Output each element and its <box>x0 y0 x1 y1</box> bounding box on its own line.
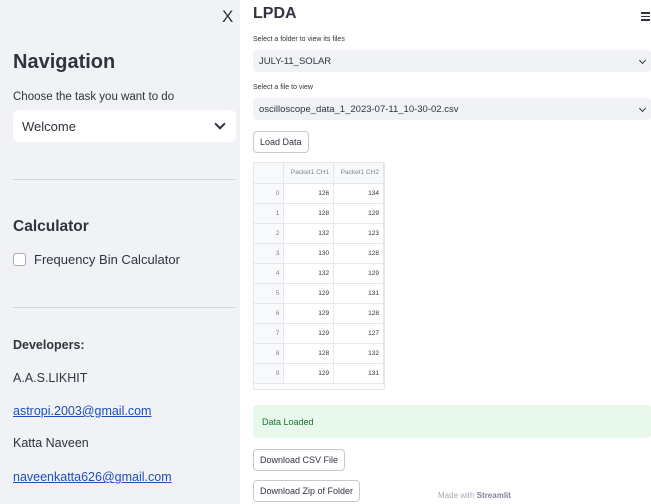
table-row: 4 132 129 <box>254 263 384 284</box>
cell-ch1: 126 <box>283 183 335 204</box>
cell-ch2: 128 <box>333 303 384 324</box>
row-index: 0 <box>254 183 285 204</box>
folder-select[interactable]: JULY-11_SOLAR <box>253 50 651 72</box>
cell-ch1: 128 <box>283 343 335 364</box>
table-row: 9 129 131 <box>254 363 384 384</box>
footer: Made with Streamlit <box>438 491 511 500</box>
chevron-down-icon <box>214 118 226 130</box>
close-icon[interactable]: X <box>222 8 233 25</box>
frequency-bin-checkbox[interactable] <box>13 253 26 266</box>
cell-ch1: 129 <box>283 303 335 324</box>
table-header-index <box>254 163 285 184</box>
cell-ch1: 128 <box>283 203 335 224</box>
navigation-title: Navigation <box>13 51 116 73</box>
row-index: 7 <box>254 323 285 344</box>
table-row: 3 130 128 <box>254 243 384 264</box>
load-data-button[interactable]: Load Data <box>253 131 309 153</box>
table-row: 2 132 123 <box>254 223 384 244</box>
page-title: LPDA <box>253 5 297 22</box>
download-zip-button[interactable]: Download Zip of Folder <box>253 480 361 502</box>
cell-ch1: 129 <box>283 323 335 344</box>
cell-ch1: 132 <box>283 223 335 244</box>
developer-name: A.A.S.LIKHIT <box>13 371 88 385</box>
cell-ch2: 129 <box>333 263 384 284</box>
cell-ch1: 129 <box>283 363 335 384</box>
developers-title: Developers: <box>13 338 85 352</box>
footer-brand-link[interactable]: Streamlit <box>477 491 511 500</box>
row-index: 8 <box>254 343 285 364</box>
sidebar-divider <box>13 307 236 308</box>
row-index: 9 <box>254 363 285 384</box>
table-row: 5 129 131 <box>254 283 384 304</box>
navigation-caption: Choose the task you want to do <box>13 91 175 103</box>
developer-email-link[interactable]: astropi.2003@gmail.com <box>13 404 151 418</box>
table-row: 8 128 132 <box>254 343 384 364</box>
table-row: 6 129 128 <box>254 303 384 324</box>
cell-ch1: 132 <box>283 263 335 284</box>
row-index: 5 <box>254 283 285 304</box>
cell-ch2: 128 <box>333 243 384 264</box>
cell-ch2: 134 <box>333 183 384 204</box>
frequency-bin-checkbox-row[interactable]: Frequency Bin Calculator <box>13 252 180 267</box>
footer-prefix: Made with <box>438 491 477 500</box>
frequency-bin-checkbox-label: Frequency Bin Calculator <box>34 252 180 267</box>
table-row: 0 126 134 <box>254 183 384 204</box>
developer-email-link[interactable]: naveenkatta626@gmail.com <box>13 470 172 484</box>
cell-ch2: 132 <box>333 343 384 364</box>
table-row: 1 128 129 <box>254 203 384 224</box>
sidebar-divider <box>13 179 236 180</box>
file-select-label: Select a file to view <box>253 84 313 91</box>
download-csv-button[interactable]: Download CSV File <box>253 449 346 471</box>
row-index: 3 <box>254 243 285 264</box>
table-header-ch1: Packet1 CH1 <box>283 163 335 184</box>
calculator-title: Calculator <box>13 218 89 235</box>
cell-ch2: 127 <box>333 323 384 344</box>
folder-select-label: Select a folder to view its files <box>253 36 345 43</box>
row-index: 6 <box>254 303 285 324</box>
developer-name: Katta Naveen <box>13 436 89 450</box>
table-header-ch2: Packet1 CH2 <box>333 163 384 184</box>
cell-ch2: 131 <box>333 363 384 384</box>
cell-ch2: 129 <box>333 203 384 224</box>
folder-select-value: JULY-11_SOLAR <box>259 55 332 67</box>
row-index: 2 <box>254 223 285 244</box>
success-alert: Data Loaded <box>253 405 651 438</box>
chevron-down-icon <box>638 104 647 112</box>
data-table[interactable]: Packet1 CH1 Packet1 CH2 0 126 134 1 128 … <box>253 162 385 390</box>
task-select-value: Welcome <box>22 118 76 134</box>
table-row: 7 129 127 <box>254 323 384 344</box>
sidebar: X Navigation Choose the task you want to… <box>0 0 240 504</box>
task-select[interactable]: Welcome <box>13 110 236 142</box>
file-select-value: oscilloscope_data_1_2023-07-11_10-30-02.… <box>259 103 459 115</box>
hamburger-menu-icon[interactable] <box>641 12 650 23</box>
row-index: 4 <box>254 263 285 284</box>
cell-ch2: 131 <box>333 283 384 304</box>
file-select[interactable]: oscilloscope_data_1_2023-07-11_10-30-02.… <box>253 98 651 120</box>
row-index: 1 <box>254 203 285 224</box>
cell-ch1: 129 <box>283 283 335 304</box>
cell-ch1: 130 <box>283 243 335 264</box>
table-header-row: Packet1 CH1 Packet1 CH2 <box>254 163 384 184</box>
chevron-down-icon <box>638 56 647 64</box>
cell-ch2: 123 <box>333 223 384 244</box>
